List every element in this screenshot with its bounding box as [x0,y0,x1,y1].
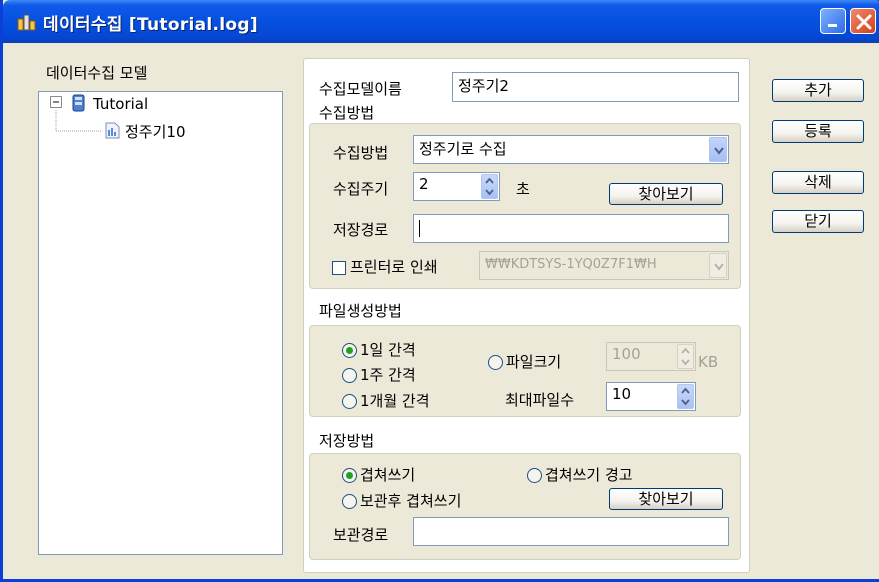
close-window-button[interactable] [850,8,876,34]
printer-checkbox[interactable] [332,261,346,275]
tree-panel-label: 데이터수집 모델 [46,64,148,82]
model-name-label: 수집모델이름 [319,80,402,98]
printer-label[interactable]: 프린터로 인쇄 [350,258,438,276]
filesize-spin-buttons[interactable] [677,344,694,369]
spin-arrows-icon [485,177,494,196]
radio-overwrite-warn[interactable] [527,468,542,483]
max-files-value: 10 [612,385,632,403]
period-spin-buttons[interactable] [481,174,498,199]
browse-printer-button[interactable]: 찾아보기 [609,183,723,205]
add-button[interactable]: 추가 [772,79,864,102]
radio-monthly[interactable] [342,394,357,409]
document-icon [105,122,120,139]
filesize-value: 100 [612,345,641,363]
option-filesize-label[interactable]: 파일크기 [506,353,561,371]
filesize-spinner[interactable]: 100 [606,342,696,371]
option-daily-label[interactable]: 1일 간격 [360,341,416,359]
chevron-down-icon [714,263,724,271]
method-select[interactable]: 정주기로 수집 [413,135,729,164]
max-files-spinner[interactable]: 10 [606,382,696,411]
window-title: 데이터수집 [Tutorial.log] [43,15,258,35]
browse-backup-button[interactable]: 찾아보기 [609,488,723,510]
option-backup-overwrite-label[interactable]: 보관후 겹쳐쓰기 [360,492,461,510]
method-label: 수집방법 [333,144,389,162]
model-tree[interactable]: ⊟ Tutorial 정주기10 [38,91,283,555]
period-label: 수집주기 [333,180,389,198]
radio-overwrite[interactable] [342,468,357,483]
tree-item-periodic10[interactable]: 정주기10 [125,123,186,141]
spin-arrows-icon [681,387,690,406]
option-overwrite-warn-label[interactable]: 겹쳐쓰기 경고 [545,466,633,484]
max-files-spin-buttons[interactable] [677,384,694,409]
radio-weekly[interactable] [342,368,357,383]
backup-path-label: 보관경로 [333,526,389,544]
max-files-label: 최대파일수 [505,391,575,409]
collect-group-label: 수집방법 [319,104,375,122]
filesize-unit: KB [698,353,719,371]
spin-arrows-icon [681,347,690,366]
title-bar[interactable]: 데이터수집 [Tutorial.log] [3,0,879,43]
backup-path-input[interactable] [413,517,729,546]
delete-button[interactable]: 삭제 [772,171,864,194]
method-dropdown-button[interactable] [709,137,727,162]
period-spinner[interactable]: 2 [413,172,500,201]
option-overwrite-label[interactable]: 겹쳐쓰기 [360,466,415,484]
option-monthly-label[interactable]: 1개월 간격 [360,392,430,410]
model-name-input[interactable]: 정주기2 [452,72,739,102]
printer-value: ₩₩KDTSYS-1YQ0Z7F1₩H [485,257,657,272]
data-collection-window: 데이터수집 [Tutorial.log] 데이터수집 모델 ⊟ Tutorial [0,0,879,582]
chevron-down-icon [714,147,724,155]
method-value: 정주기로 수집 [419,140,507,158]
radio-filesize[interactable] [488,355,503,370]
tree-item-tutorial[interactable]: Tutorial [93,95,148,113]
printer-select[interactable]: ₩₩KDTSYS-1YQ0Z7F1₩H [479,251,729,280]
filegen-group-label: 파일생성방법 [319,302,402,320]
printer-dropdown-button[interactable] [709,253,727,278]
close-button[interactable]: 닫기 [772,210,864,233]
period-value: 2 [419,175,429,193]
model-name-value: 정주기2 [458,77,509,95]
save-path-input[interactable] [413,214,729,243]
app-icon [17,13,37,31]
radio-backup-overwrite[interactable] [342,494,357,509]
option-weekly-label[interactable]: 1주 간격 [360,366,416,384]
database-icon [71,94,87,112]
tree-collapse-toggle[interactable]: ⊟ [50,96,62,108]
save-path-label: 저장경로 [333,221,389,239]
radio-daily[interactable] [342,343,357,358]
minimize-button[interactable] [820,8,846,34]
register-button[interactable]: 등록 [772,120,864,143]
period-unit: 초 [516,180,530,198]
savemethod-group-label: 저장방법 [319,432,375,450]
text-caret [419,220,420,237]
